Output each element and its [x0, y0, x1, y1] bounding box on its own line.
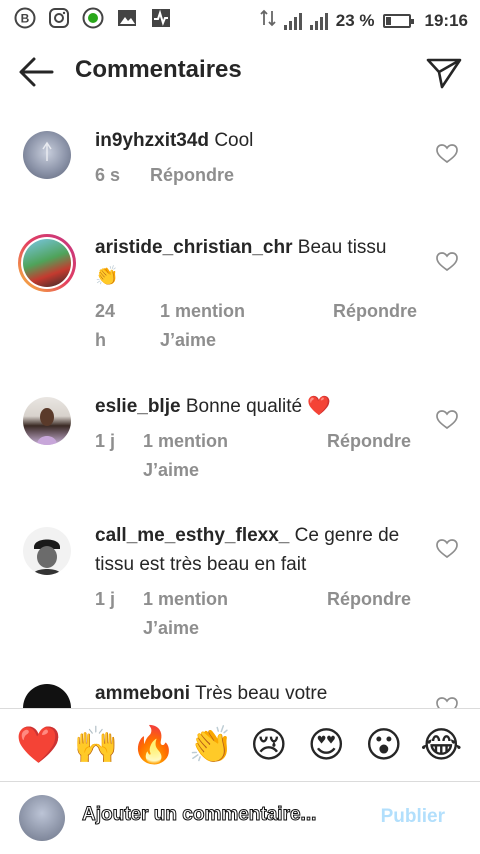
- signal-h-icon: [309, 12, 328, 30]
- send-icon[interactable]: [424, 54, 464, 90]
- battery-percent: 23 %: [335, 10, 375, 30]
- gallery-icon: [116, 7, 138, 29]
- comment-input[interactable]: Ajouter un commentaire...: [82, 804, 342, 826]
- comment-emoji: 👏: [95, 266, 119, 287]
- battery-icon: [382, 13, 414, 28]
- comment-username[interactable]: ammeboni: [95, 683, 190, 704]
- publish-button[interactable]: Publier: [381, 806, 445, 828]
- comment-username[interactable]: eslie_blje: [95, 396, 181, 417]
- status-bar: B 23 % 19:16: [0, 0, 480, 38]
- avatar[interactable]: [23, 527, 71, 575]
- comment-text: aristide_christian_chr Beau tissu 👏: [95, 233, 420, 291]
- comment-body: Bonne qualité: [185, 396, 303, 417]
- comment-text: in9yhzxit34d Cool: [95, 126, 420, 155]
- avatar[interactable]: [23, 131, 71, 179]
- emoji-clap-button[interactable]: 👏: [188, 725, 234, 765]
- reply-button[interactable]: Répondre: [327, 427, 411, 456]
- heart-icon[interactable]: [436, 697, 458, 708]
- likes-count[interactable]: 1 mention J’aime: [143, 427, 243, 485]
- comment-text: eslie_blje Bonne qualité ❤️: [95, 392, 420, 421]
- avatar: [19, 795, 65, 841]
- emoji-quick-bar: ❤️ 🙌 🔥 👏 😢 😍 😮 😂: [0, 709, 480, 781]
- heart-icon[interactable]: [436, 144, 458, 164]
- comment-time: 1 j: [95, 589, 116, 609]
- reply-button[interactable]: Répondre: [333, 297, 421, 326]
- back-arrow-icon[interactable]: [16, 54, 56, 90]
- comment-username[interactable]: call_me_esthy_flexx_: [95, 525, 289, 546]
- heart-icon[interactable]: [436, 410, 458, 430]
- comment-composer: Ajouter un commentaire... Publier: [0, 782, 480, 854]
- comment-time: 1 j: [95, 431, 116, 451]
- page-title: Commentaires: [75, 56, 242, 83]
- comment-emoji: ❤️: [307, 396, 332, 417]
- comment-text: ammeboni Très beau votre: [95, 679, 420, 708]
- reply-button[interactable]: Répondre: [327, 585, 411, 614]
- comment-body: Cool: [214, 130, 254, 151]
- clock: 19:16: [424, 10, 468, 30]
- likes-count[interactable]: 1 mention J’aime: [160, 297, 260, 355]
- signal-h-plus-icon: [283, 12, 302, 30]
- data-transfer-icon: [260, 9, 276, 32]
- avatar[interactable]: [23, 397, 71, 445]
- header: Commentaires: [0, 44, 480, 100]
- heart-icon[interactable]: [436, 539, 458, 559]
- likes-count[interactable]: 1 mention J’aime: [143, 585, 243, 643]
- comment-time: 24 h: [95, 301, 116, 350]
- comment-text: call_me_esthy_flexx_ Ce genre de tissu e…: [95, 521, 420, 579]
- comment-username[interactable]: aristide_christian_chr: [95, 237, 292, 258]
- svg-text:B: B: [21, 12, 30, 26]
- comment-username[interactable]: in9yhzxit34d: [95, 130, 209, 151]
- emoji-fire-button[interactable]: 🔥: [131, 725, 177, 765]
- emoji-crying-button[interactable]: 😢: [246, 725, 292, 765]
- heart-icon[interactable]: [436, 252, 458, 272]
- comment-time: 6 s: [95, 165, 121, 185]
- instagram-icon: [48, 7, 70, 29]
- b-app-icon: B: [14, 7, 36, 29]
- activity-icon: [150, 7, 172, 29]
- comment-body: Beau tissu: [297, 237, 387, 258]
- comment-body: Très beau votre: [194, 683, 328, 704]
- avatar[interactable]: [23, 684, 71, 708]
- whatsapp-business-icon: [82, 7, 104, 29]
- avatar-story-ring[interactable]: [18, 234, 76, 292]
- emoji-heart-button[interactable]: ❤️: [16, 725, 62, 765]
- emoji-surprised-button[interactable]: 😮: [361, 725, 407, 765]
- reply-button[interactable]: Répondre: [150, 161, 234, 190]
- comment-item: ammeboni Très beau votre: [0, 679, 480, 708]
- emoji-raised-hands-button[interactable]: 🙌: [73, 725, 119, 765]
- emoji-laughing-button[interactable]: 😂: [418, 725, 464, 765]
- emoji-heart-eyes-button[interactable]: 😍: [303, 725, 349, 765]
